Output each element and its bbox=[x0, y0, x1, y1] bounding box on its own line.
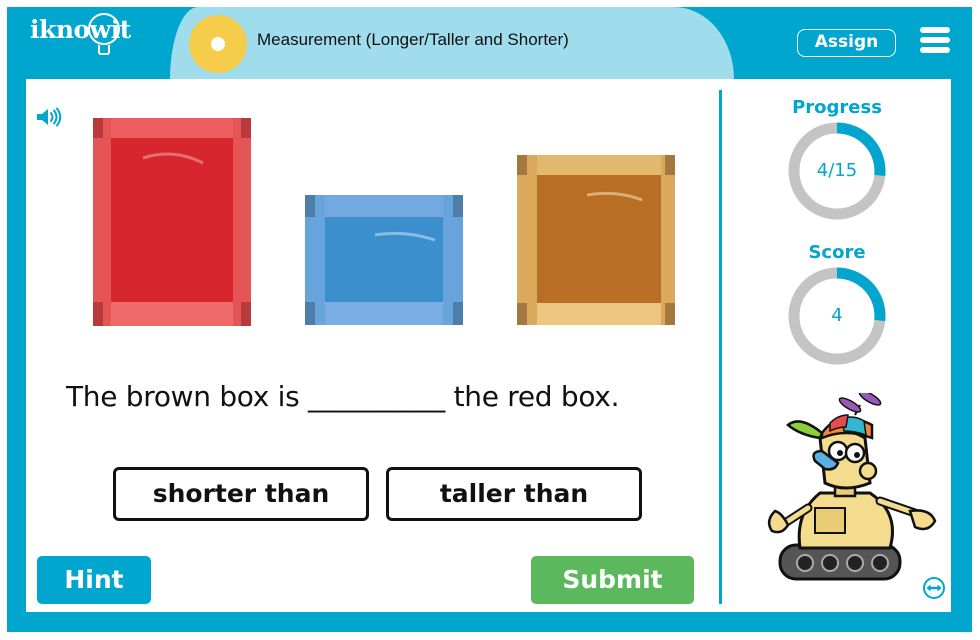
logo-text: iknowit bbox=[30, 15, 131, 44]
hint-button[interactable]: Hint bbox=[37, 556, 151, 604]
answer-choice-taller-than[interactable]: taller than bbox=[386, 467, 642, 521]
red-box-image bbox=[93, 118, 251, 326]
hamburger-menu-icon[interactable] bbox=[920, 27, 950, 53]
answer-choice-shorter-than[interactable]: shorter than bbox=[113, 467, 369, 521]
lightbulb-base bbox=[98, 45, 110, 55]
score-label: Score bbox=[808, 242, 866, 263]
menu-bar bbox=[920, 37, 950, 43]
assign-button[interactable]: Assign bbox=[797, 29, 896, 57]
lesson-title: Measurement (Longer/Taller and Shorter) bbox=[257, 30, 569, 49]
score-value: 4 bbox=[831, 305, 843, 326]
submit-button[interactable]: Submit bbox=[531, 556, 694, 604]
progress-value: 4/15 bbox=[816, 160, 858, 181]
panel-divider bbox=[719, 90, 722, 604]
brown-box-image bbox=[517, 155, 675, 325]
lesson-dot-icon bbox=[189, 15, 247, 73]
resize-arrows-icon[interactable] bbox=[922, 576, 946, 600]
menu-bar bbox=[920, 27, 950, 33]
question-prompt: The brown box is __________ the red box. bbox=[66, 380, 620, 413]
blue-box-image bbox=[305, 195, 463, 325]
speaker-icon[interactable] bbox=[35, 107, 63, 127]
progress-label: Progress bbox=[792, 97, 882, 118]
menu-bar bbox=[920, 47, 950, 53]
robot-mascot-image bbox=[767, 393, 937, 581]
iknowit-logo[interactable]: iknowit bbox=[30, 13, 131, 55]
